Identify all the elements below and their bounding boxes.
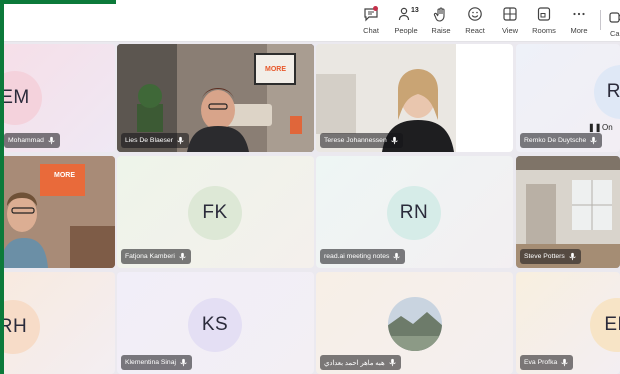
mic-icon (179, 252, 186, 261)
meeting-toolbar: Chat 13 People Raise React View Rooms Mo… (0, 0, 620, 42)
participant-tile[interactable]: هبه ماهر احمد بعدادي (316, 272, 513, 374)
participant-name: Remko De Duytsche (524, 137, 587, 144)
notification-dot (373, 6, 378, 11)
avatar: RH (0, 300, 40, 354)
smiley-icon (468, 7, 482, 21)
participant-name-tag: Klementina Sinaj (121, 355, 193, 370)
participant-tile[interactable]: RH (0, 272, 115, 374)
participant-name-tag: Lies De Blaeser (121, 133, 189, 148)
participant-name: read.ai meeting notes (324, 253, 390, 260)
participant-name-tag: Fatjona Kamberi (121, 249, 191, 264)
hand-icon (433, 7, 445, 22)
mic-icon (48, 136, 55, 145)
mic-icon (393, 252, 400, 261)
mic-icon (177, 136, 184, 145)
participant-name-tag: Terese Johannessen (320, 133, 403, 148)
mic-icon (590, 136, 597, 145)
participant-name: Mohammad (8, 137, 44, 144)
participant-video-tile[interactable]: Terese Johannessen (316, 44, 513, 152)
participant-name-tag: Remko De Duytsche (520, 133, 603, 148)
more-label: More (570, 26, 588, 35)
participant-name: Lies De Blaeser (125, 137, 173, 144)
rooms-icon (537, 7, 551, 21)
participant-tile[interactable]: RN read.ai meeting notes (316, 156, 513, 268)
participant-tile[interactable]: RD ❚❚ On Remko De Duytsche (516, 44, 620, 152)
participant-name: هبه ماهر احمد بعدادي (324, 359, 385, 367)
avatar: EF (590, 298, 620, 352)
raise-label: Raise (431, 26, 451, 35)
more-dots-icon (573, 12, 585, 16)
participant-tile[interactable]: EF Eva Profka (516, 272, 620, 374)
pause-icon: ❚❚ (588, 123, 602, 132)
raise-hand-button[interactable]: Raise (424, 6, 458, 38)
avatar: KS (188, 298, 242, 352)
avatar: RN (387, 186, 441, 240)
chat-button[interactable]: Chat (354, 6, 388, 38)
participant-video-tile[interactable]: Steve Potters (516, 156, 620, 268)
participant-name: Terese Johannessen (324, 137, 387, 144)
mic-icon (569, 252, 576, 261)
camera-label: Ca (610, 29, 620, 38)
mic-icon (180, 358, 187, 367)
window-accent-top (0, 0, 116, 4)
participant-video-tile[interactable]: MORE (0, 156, 115, 268)
camera-icon[interactable] (609, 11, 620, 24)
window-accent-edge (0, 0, 4, 374)
participant-tile[interactable]: EM Mohammad (0, 44, 115, 152)
avatar: RD (594, 65, 620, 119)
participant-name-tag: read.ai meeting notes (320, 249, 406, 264)
participant-name-tag: Mohammad (4, 133, 60, 148)
people-count: 13 (411, 7, 419, 14)
view-button[interactable]: View (493, 6, 527, 38)
react-label: React (465, 26, 485, 35)
participant-name-tag: Eva Profka (520, 355, 574, 370)
participant-grid: EM Mohammad MORE Lies De Blaeser Terese … (0, 44, 620, 374)
more-button[interactable]: More (562, 6, 596, 38)
toolbar-divider (600, 10, 601, 30)
rooms-button[interactable]: Rooms (527, 6, 561, 38)
mic-icon (391, 136, 398, 145)
participant-name: Fatjona Kamberi (125, 253, 175, 260)
grid-view-icon (503, 7, 517, 21)
participant-tile[interactable]: KS Klementina Sinaj (117, 272, 314, 374)
participant-tile[interactable]: FK Fatjona Kamberi (117, 156, 314, 268)
participant-name-tag: هبه ماهر احمد بعدادي (320, 355, 401, 370)
avatar-photo (388, 297, 442, 351)
react-button[interactable]: React (458, 6, 492, 38)
participant-video-tile[interactable]: MORE Lies De Blaeser (117, 44, 314, 152)
participant-name-tag: Steve Potters (520, 249, 581, 264)
people-button[interactable]: 13 People (389, 6, 423, 38)
status-text: On (602, 123, 613, 132)
people-label: People (394, 26, 418, 35)
participant-name: Steve Potters (524, 253, 565, 260)
poster-text: MORE (54, 172, 75, 179)
view-label: View (501, 26, 519, 35)
avatar: EM (0, 71, 42, 125)
mic-icon (388, 358, 396, 367)
participant-name: Eva Profka (524, 359, 558, 366)
chat-label: Chat (363, 26, 379, 35)
poster-text: MORE (265, 66, 286, 73)
rooms-label: Rooms (532, 26, 556, 35)
avatar: FK (188, 186, 242, 240)
participant-name: Klementina Sinaj (125, 359, 177, 366)
mic-icon (561, 358, 568, 367)
